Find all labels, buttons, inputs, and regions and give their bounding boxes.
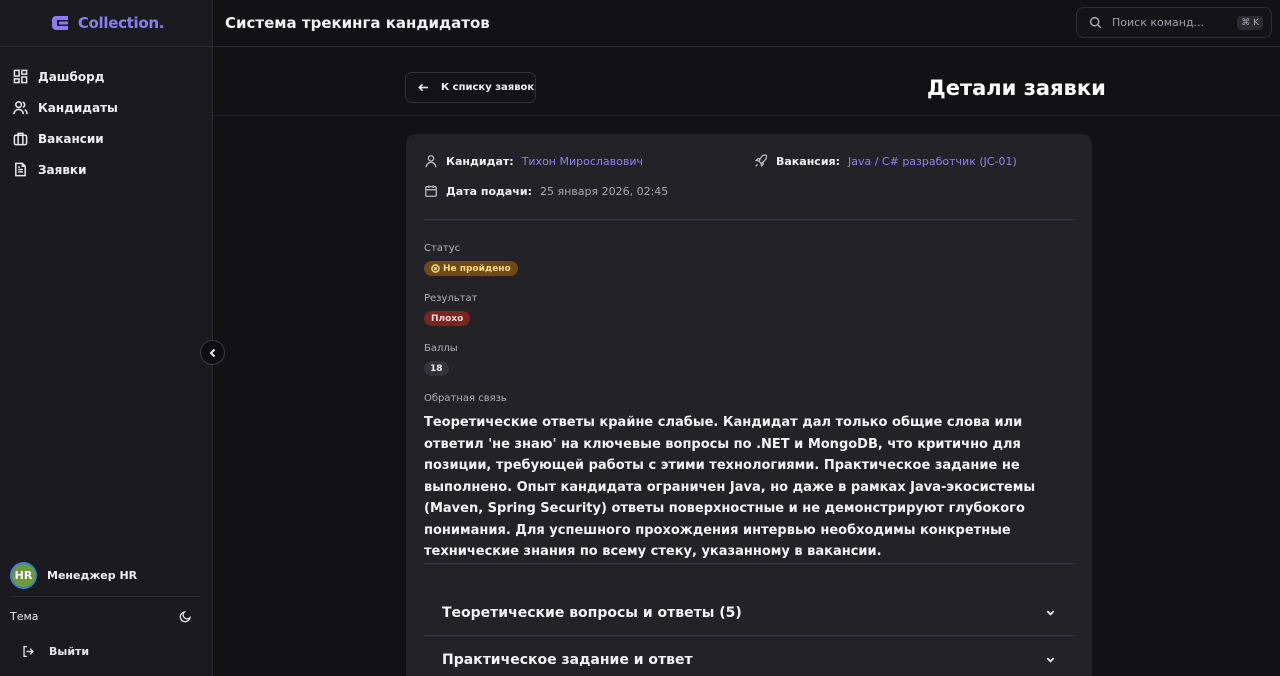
brand-name: Collection. [77,14,165,32]
result-badge-label: Плохо [431,313,464,324]
app-title: Система трекинга кандидатов [225,14,490,32]
card-divider [424,563,1074,564]
feedback-text: Теоретические ответы крайне слабые. Канд… [424,415,1036,559]
logout-label: Выйти [49,645,90,658]
chevron-down-icon [1046,610,1055,616]
sidebar-nav: Дашборд Кандидаты Вакансии Заявки [0,47,212,185]
sidebar: Collection. Дашборд Кандидаты Вакансии З… [0,0,213,676]
sidebar-item-label: Дашборд [38,69,105,84]
sidebar-item-vacancies[interactable]: Вакансии [0,123,212,154]
vacancy-info: Вакансия: Java / C# разработчик (JC-01) [754,154,1017,168]
command-search-input[interactable]: Поиск команд... ⌘ K [1076,7,1272,38]
calendar-icon [425,185,437,197]
score-badge: 18 [424,361,449,376]
candidate-link[interactable]: Тихон Мирославович [522,155,643,168]
sidebar-item-label: Вакансии [38,131,104,146]
practical-task-accordion[interactable]: Практическое задание и ответ [424,636,1074,676]
date-value: 25 января 2026, 02:45 [539,184,669,198]
arrow-left-icon [418,83,429,92]
application-details-card: Кандидат: Тихон Мирославович Вакансия: J… [406,134,1092,676]
topbar: Система трекинга кандидатов Поиск команд… [213,0,1280,47]
rocket-icon [754,154,768,168]
status-label: Статус [424,243,461,254]
users-icon [13,101,28,115]
date-label: Дата подачи: [446,184,532,198]
file-text-icon [15,162,26,177]
accordion-title: Теоретические вопросы и ответы (5) [442,604,742,621]
sidebar-collapse-button[interactable] [200,340,225,365]
page-title: Детали заявки [927,76,1106,100]
search-icon [1089,16,1102,29]
back-to-list-button[interactable]: К списку заявок [405,72,536,103]
result-badge: Плохо [424,311,471,326]
briefcase-icon [13,132,28,146]
collection-logo-icon [51,16,68,30]
x-circle-icon [431,264,440,273]
sidebar-item-dashboard[interactable]: Дашборд [0,61,212,92]
theme-toggle-row: Тема [10,610,192,623]
user-icon [425,155,437,168]
page-header-divider [213,115,1280,116]
result-label: Результат [424,293,478,304]
search-placeholder: Поиск команд... [1112,16,1205,29]
user-profile[interactable]: HR Менеджер HR [10,562,137,589]
sidebar-item-label: Заявки [38,162,87,177]
dashboard-icon [13,69,28,84]
score-value: 18 [430,363,443,374]
score-label: Баллы [424,343,458,354]
status-badge: Не пройдено [424,261,518,276]
accordion-title: Практическое задание и ответ [442,651,693,668]
status-badge-label: Не пройдено [443,263,511,274]
candidate-label: Кандидат: [446,154,514,168]
chevron-down-icon [1046,657,1055,663]
feedback-label: Обратная связь [424,393,507,404]
brand[interactable]: Collection. [0,0,212,47]
logout-button[interactable]: Выйти [22,645,89,658]
sidebar-divider [10,596,200,597]
submission-date-info: Дата подачи: 25 января 2026, 02:45 [424,184,668,198]
avatar: HR [10,562,37,589]
sidebar-item-applications[interactable]: Заявки [0,154,212,185]
vacancy-label: Вакансия: [776,154,840,168]
card-divider [424,219,1074,220]
logout-icon [23,645,34,658]
user-name: Менеджер HR [47,569,138,582]
vacancy-link[interactable]: Java / C# разработчик (JC-01) [848,155,1017,168]
sidebar-item-candidates[interactable]: Кандидаты [0,92,212,123]
moon-icon[interactable] [179,610,192,623]
candidate-info: Кандидат: Тихон Мирославович [424,154,643,168]
chevron-left-icon [209,348,215,357]
back-button-label: К списку заявок [441,82,535,93]
sidebar-item-label: Кандидаты [38,100,118,115]
theory-questions-accordion[interactable]: Теоретические вопросы и ответы (5) [424,589,1074,636]
search-shortcut-badge: ⌘ K [1237,15,1263,30]
theme-label: Тема [10,610,39,623]
